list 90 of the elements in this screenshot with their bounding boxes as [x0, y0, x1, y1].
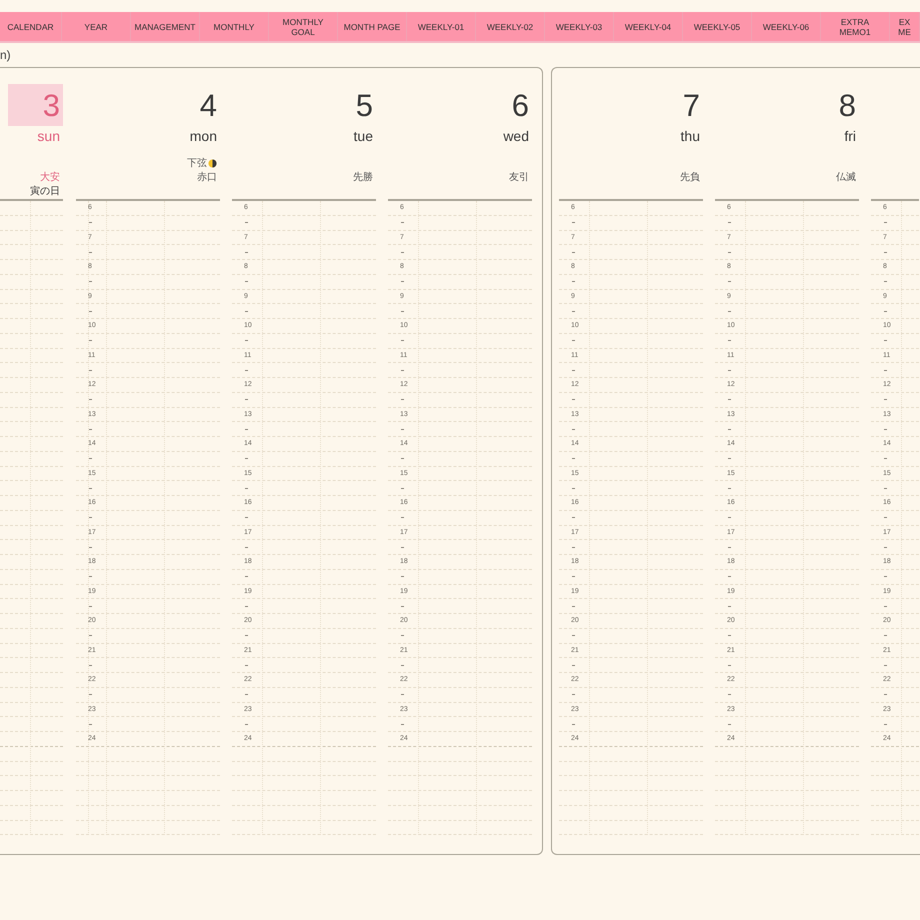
- half-hour-tick: [401, 517, 404, 518]
- weekday-label: sun: [37, 129, 61, 143]
- half-hour-tick: [89, 222, 92, 224]
- half-hour-tick: [401, 281, 404, 282]
- weekday-label: fri: [844, 129, 857, 143]
- half-hour-tick: [884, 340, 887, 342]
- half-hour-tick: [884, 576, 887, 578]
- half-moon-icon: [208, 159, 217, 168]
- nav-tab[interactable]: MONTH PAGE: [338, 12, 407, 41]
- rokuyo-label: 友引: [509, 173, 529, 183]
- half-hour-tick: [572, 694, 575, 696]
- half-hour-tick: [572, 340, 575, 342]
- half-hour-tick: [572, 222, 575, 224]
- half-hour-tick: [89, 281, 92, 282]
- half-hour-tick: [245, 635, 248, 636]
- nav-tab[interactable]: EXTRA MEMO1: [821, 12, 890, 41]
- nav-tab[interactable]: WEEKLY-01: [407, 12, 476, 41]
- half-hour-tick: [884, 399, 887, 400]
- nav-tab[interactable]: YEAR: [62, 12, 131, 41]
- half-hour-tick: [884, 458, 887, 460]
- half-hour-tick: [728, 517, 731, 518]
- rokuyo-label: 赤口: [197, 173, 217, 183]
- half-hour-tick: [401, 635, 404, 636]
- rokuyo-label: 先負: [680, 173, 700, 183]
- half-hour-tick: [245, 281, 248, 282]
- rokuyo-label: 先勝: [353, 173, 373, 183]
- weekday-label: tue: [354, 129, 374, 143]
- nav-tab[interactable]: WEEKLY-06: [752, 12, 821, 41]
- half-hour-tick: [572, 281, 575, 282]
- nav-tab[interactable]: WEEKLY-03: [545, 12, 614, 41]
- half-hour-tick: [245, 576, 248, 578]
- weekday-label: mon: [190, 129, 218, 143]
- half-hour-tick: [728, 458, 731, 460]
- half-hour-tick: [89, 340, 92, 342]
- half-hour-tick: [728, 340, 731, 342]
- nav-tab[interactable]: MONTHLY GOAL: [269, 12, 338, 41]
- half-hour-tick: [572, 517, 575, 518]
- half-hour-tick: [572, 635, 575, 636]
- half-hour-tick: [89, 694, 92, 696]
- day-note: 寅の日: [30, 187, 60, 197]
- half-hour-tick: [728, 635, 731, 636]
- half-hour-tick: [884, 517, 887, 518]
- half-hour-tick: [401, 222, 404, 224]
- half-hour-tick: [245, 694, 248, 696]
- half-hour-tick: [884, 694, 887, 696]
- half-hour-tick: [401, 694, 404, 696]
- day-number: 7: [682, 90, 700, 120]
- half-hour-tick: [572, 458, 575, 460]
- weekday-label: thu: [680, 129, 701, 143]
- day-number: 5: [356, 90, 373, 120]
- half-hour-tick: [728, 694, 731, 696]
- day-number: 8: [838, 90, 856, 120]
- half-hour-tick: [89, 635, 92, 636]
- half-hour-tick: [245, 222, 248, 224]
- nav-tab[interactable]: MONTHLY: [200, 12, 269, 41]
- nav-tab[interactable]: WEEKLY-02: [476, 12, 545, 41]
- day-number: 4: [200, 90, 217, 120]
- half-hour-tick: [245, 340, 248, 342]
- half-hour-tick: [401, 340, 404, 342]
- half-hour-tick: [245, 458, 248, 460]
- half-hour-tick: [89, 399, 92, 400]
- half-hour-tick: [728, 576, 731, 578]
- half-hour-tick: [884, 635, 887, 636]
- half-hour-tick: [572, 399, 575, 400]
- half-hour-tick: [884, 281, 887, 282]
- half-hour-tick: [884, 222, 887, 224]
- day-number: 3: [42, 90, 60, 120]
- half-hour-tick: [89, 517, 92, 518]
- rokuyo-label: 大安: [40, 173, 60, 183]
- day-number: 6: [512, 90, 529, 120]
- nav-tab[interactable]: CALENDAR: [0, 12, 62, 41]
- half-hour-tick: [728, 399, 731, 400]
- half-hour-tick: [401, 399, 404, 400]
- half-hour-tick: [245, 399, 248, 400]
- nav-tab[interactable]: WEEKLY-05: [683, 12, 752, 41]
- half-hour-tick: [245, 517, 248, 518]
- half-hour-tick: [401, 576, 404, 578]
- half-hour-tick: [89, 458, 92, 460]
- moon-phase-label: 下弦: [187, 158, 207, 168]
- nav-tab[interactable]: EX ME: [890, 12, 920, 41]
- half-hour-tick: [89, 576, 92, 578]
- half-hour-tick: [728, 281, 731, 282]
- half-hour-tick: [572, 576, 575, 578]
- rokuyo-label: 仏滅: [836, 173, 856, 183]
- half-hour-tick: [728, 222, 731, 224]
- nav-tab[interactable]: MANAGEMENT: [131, 12, 200, 41]
- heading-fragment: n): [0, 47, 11, 64]
- nav-tab[interactable]: WEEKLY-04: [614, 12, 683, 41]
- weekday-label: wed: [503, 129, 530, 143]
- half-hour-tick: [401, 458, 404, 460]
